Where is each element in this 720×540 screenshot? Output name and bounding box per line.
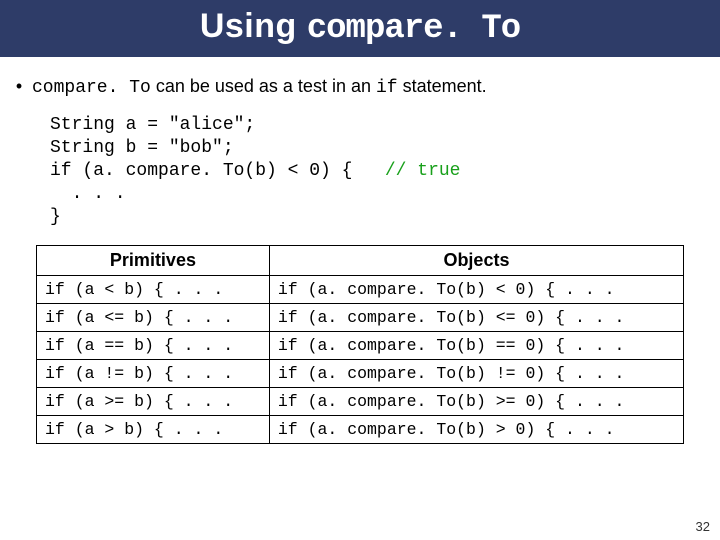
table-row: if (a != b) { . . . if (a. compare. To(b…	[37, 359, 684, 387]
bullet-rest: can be used as a test in an	[151, 76, 376, 96]
code-line-2: String b = "bob";	[50, 138, 234, 158]
title-prefix: Using	[200, 7, 307, 45]
cell-obj: if (a. compare. To(b) >= 0) { . . .	[269, 387, 683, 415]
cell-prim: if (a <= b) { . . .	[37, 303, 270, 331]
cell-prim: if (a < b) { . . .	[37, 275, 270, 303]
cell-prim: if (a > b) { . . .	[37, 415, 270, 443]
th-objects: Objects	[269, 245, 683, 275]
cell-prim: if (a != b) { . . .	[37, 359, 270, 387]
table-row: if (a < b) { . . . if (a. compare. To(b)…	[37, 275, 684, 303]
table-head-row: Primitives Objects	[37, 245, 684, 275]
cell-obj: if (a. compare. To(b) != 0) { . . .	[269, 359, 683, 387]
code-line-5: }	[50, 207, 61, 227]
table-row: if (a <= b) { . . . if (a. compare. To(b…	[37, 303, 684, 331]
cell-obj: if (a. compare. To(b) <= 0) { . . .	[269, 303, 683, 331]
bullet-dot: •	[14, 75, 24, 100]
table-row: if (a >= b) { . . . if (a. compare. To(b…	[37, 387, 684, 415]
comparison-table: Primitives Objects if (a < b) { . . . if…	[36, 245, 684, 444]
bullet-tail: statement.	[398, 76, 487, 96]
table-row: if (a > b) { . . . if (a. compare. To(b)…	[37, 415, 684, 443]
cell-obj: if (a. compare. To(b) == 0) { . . .	[269, 331, 683, 359]
table-row: if (a == b) { . . . if (a. compare. To(b…	[37, 331, 684, 359]
slide-body: • compare. To can be used as a test in a…	[0, 57, 720, 444]
title-mono: compare. To	[307, 10, 520, 48]
slide-title: Using compare. To	[0, 0, 720, 57]
bullet-line: • compare. To can be used as a test in a…	[14, 75, 706, 100]
comparison-table-wrap: Primitives Objects if (a < b) { . . . if…	[36, 245, 684, 444]
bullet-mono-1: compare. To	[32, 78, 151, 98]
code-block: String a = "alice"; String b = "bob"; if…	[50, 114, 706, 229]
code-line-4: . . .	[50, 184, 126, 204]
page-number: 32	[696, 519, 710, 534]
th-primitives: Primitives	[37, 245, 270, 275]
bullet-text: compare. To can be used as a test in an …	[32, 75, 487, 100]
cell-prim: if (a >= b) { . . .	[37, 387, 270, 415]
cell-obj: if (a. compare. To(b) > 0) { . . .	[269, 415, 683, 443]
slide: Using compare. To • compare. To can be u…	[0, 0, 720, 540]
code-comment: // true	[385, 161, 461, 181]
code-line-1: String a = "alice";	[50, 115, 255, 135]
cell-obj: if (a. compare. To(b) < 0) { . . .	[269, 275, 683, 303]
code-line-3a: if (a. compare. To(b) < 0) {	[50, 161, 385, 181]
cell-prim: if (a == b) { . . .	[37, 331, 270, 359]
bullet-mono-2: if	[376, 78, 398, 98]
